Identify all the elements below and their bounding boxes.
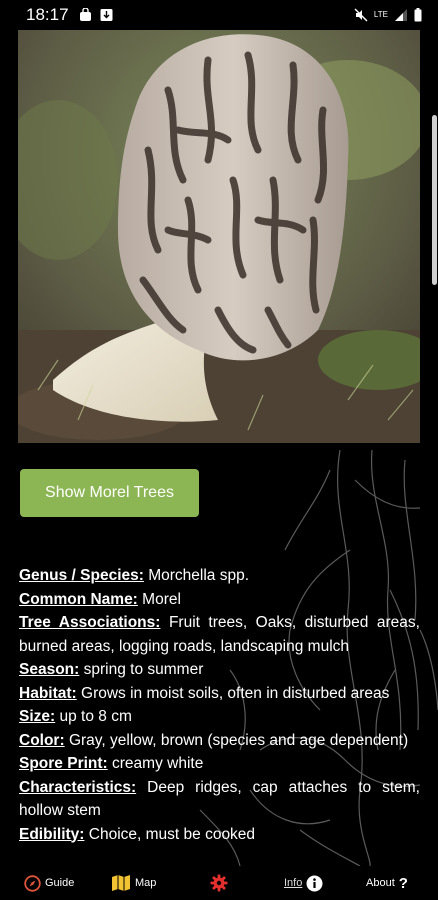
detail-value: Choice, must be cooked [88,825,256,843]
detail-label: Color: [19,731,65,749]
detail-value: Morel [142,590,181,608]
detail-characteristics: Characteristics: Deep ridges, cap attach… [19,776,420,823]
detail-size: Size: up to 8 cm [19,705,420,729]
tab-settings[interactable] [210,866,232,900]
tab-about[interactable]: About ? [366,866,408,900]
detail-habitat: Habitat: Grows in moist soils, often in … [19,682,420,706]
compass-icon [24,874,41,892]
map-icon [112,875,130,891]
detail-season: Season: spring to summer [19,658,420,682]
detail-value: up to 8 cm [59,708,132,725]
question-icon: ? [398,874,408,892]
download-icon [100,9,113,21]
bag-icon [79,8,91,21]
tab-label: Info [284,877,303,889]
tab-info[interactable]: Info [284,866,323,900]
tab-label: Guide [45,877,75,889]
detail-label: Genus / Species: [19,567,144,584]
tab-map[interactable]: Map [111,866,156,900]
detail-label: Season: [19,661,80,678]
scroll-indicator[interactable] [432,115,437,285]
detail-label: Common Name: [19,590,138,608]
detail-label: Edibility: [19,825,85,843]
detail-label: Size: [19,708,56,725]
status-time: 18:17 [26,5,69,24]
detail-spore-print: Spore Print: creamy white [19,752,420,776]
tab-guide[interactable]: Guide [24,866,74,900]
morel-photo [18,30,420,443]
system-icons: LTE [354,8,422,22]
detail-common-name: Common Name: Morel [19,588,420,612]
notification-icons [79,8,113,22]
detail-genus: Genus / Species: Morchella spp. [19,564,420,588]
mute-icon [354,8,368,22]
detail-value: creamy white [112,755,204,772]
status-bar: 18:17 LTE [0,0,438,30]
signal-icon [395,9,407,21]
detail-label: Characteristics: [19,778,137,796]
info-icon [306,875,323,891]
detail-label: Spore Print: [19,755,108,772]
battery-icon [414,8,422,22]
detail-edibility: Edibility: Choice, must be cooked [19,823,420,847]
detail-color: Color: Gray, yellow, brown (species and … [19,729,420,753]
detail-value: Gray, yellow, brown (species and age dep… [68,731,409,749]
detail-label: Habitat: [19,684,77,702]
detail-scroll-view[interactable]: Show Morel Trees Genus / Species: Morche… [0,30,438,866]
detail-value: Grows in moist soils, often in disturbed… [81,684,390,702]
mushroom-details: Genus / Species: Morchella spp. Common N… [19,564,420,846]
detail-value: spring to summer [83,661,204,678]
detail-tree-associations: Tree Associations: Fruit trees, Oaks, di… [19,611,420,658]
tab-label: Map [135,877,157,889]
tab-label: About [366,877,395,889]
network-type: LTE [373,10,388,19]
detail-label: Tree Associations: [19,614,161,631]
bottom-tab-bar: Guide Map Info About ? [0,866,438,900]
show-morel-trees-button[interactable]: Show Morel Trees [20,469,199,517]
gear-icon [210,874,228,892]
detail-value: Morchella spp. [148,567,250,584]
